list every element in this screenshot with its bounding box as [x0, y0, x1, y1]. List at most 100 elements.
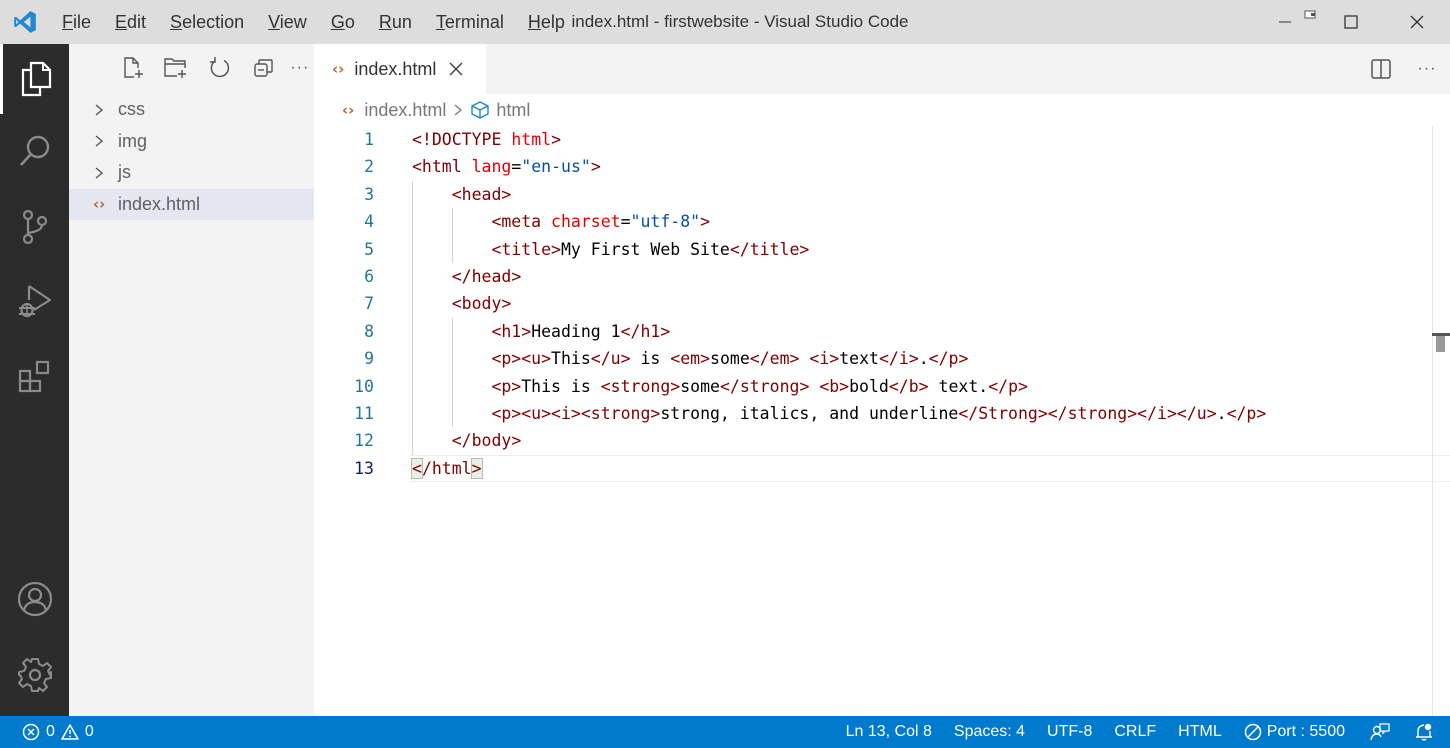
close-tab-icon[interactable] [448, 61, 464, 77]
code-line[interactable]: 12 </body> [314, 427, 1450, 454]
code-line[interactable]: 6 </head> [314, 263, 1450, 290]
activity-search[interactable] [0, 116, 69, 186]
refresh-button[interactable] [198, 48, 242, 88]
code-token: <title> [491, 239, 561, 259]
port-label: Port : 5500 [1266, 723, 1345, 740]
line-content: <p>This is <strong>some</strong> <b>bold… [491, 373, 1028, 400]
menu-run[interactable]: Run [367, 0, 424, 44]
close-window-button[interactable] [1384, 0, 1450, 44]
menu-selection[interactable]: Selection [158, 0, 256, 44]
breadcrumb-symbol[interactable]: html [496, 100, 530, 121]
breadcrumb: ‹› index.html html [314, 94, 1450, 126]
menu-mnemonic: T [435, 12, 445, 32]
code-token: This is [521, 376, 601, 396]
breadcrumb-file[interactable]: index.html [364, 100, 446, 121]
problems-indicator[interactable]: 0 0 [0, 723, 94, 741]
activity-run-debug[interactable] [0, 266, 69, 336]
tree-item-index-html[interactable]: ‹› index.html [69, 188, 314, 220]
more-icon: ··· [1417, 60, 1437, 77]
tree-item-js[interactable]: js [69, 157, 314, 189]
code-line[interactable]: 3 <head> [314, 181, 1450, 208]
live-server-port[interactable]: Port : 5500 [1233, 716, 1356, 748]
menu-go[interactable]: Go [319, 0, 367, 44]
circle-slash-icon [1244, 723, 1261, 741]
code-token: </body> [451, 431, 522, 451]
activity-explorer[interactable] [0, 44, 69, 114]
indentation[interactable]: Spaces: 4 [943, 716, 1036, 748]
code-token: </Strong></strong></i></u> [958, 403, 1217, 423]
menu-mnemonic: S [170, 12, 183, 32]
new-file-icon [124, 57, 143, 78]
code-line[interactable]: 4 <meta charset="utf-8"> [314, 208, 1450, 235]
code-token: <p><u> [491, 349, 552, 369]
language-mode[interactable]: HTML [1167, 716, 1233, 748]
code-token: <b> [819, 376, 850, 396]
line-number: 13 [354, 458, 374, 478]
line-content: <title>My First Web Site</title> [491, 236, 809, 263]
tab-index-html[interactable]: ‹› index.html [314, 44, 486, 94]
menu-label: dit [127, 12, 147, 32]
new-file-button[interactable] [111, 48, 155, 88]
warning-count: 0 [84, 723, 94, 740]
line-number: 8 [364, 321, 374, 341]
tree-item-img[interactable]: img [69, 126, 314, 158]
activity-accounts[interactable] [0, 564, 69, 634]
tree-item-css[interactable]: css [69, 94, 314, 126]
html-file-icon: ‹› [93, 195, 106, 214]
feedback-button[interactable] [1356, 716, 1404, 748]
split-editor-button[interactable] [1358, 49, 1404, 89]
code-line[interactable]: 11 <p><u><i><strong>strong, italics, and … [314, 400, 1450, 427]
collapse-all-button[interactable] [242, 48, 286, 88]
menu-mnemonic: R [378, 12, 392, 32]
code-line[interactable]: 10 <p>This is <strong>some</strong> <b>bo… [314, 373, 1450, 400]
line-number: 10 [354, 376, 374, 396]
explorer-toolbar: ··· [69, 44, 314, 92]
line-content: <head> [452, 181, 512, 208]
line-content: <body> [452, 290, 512, 317]
encoding[interactable]: UTF-8 [1036, 716, 1103, 748]
menu-help[interactable]: Help [516, 0, 577, 44]
code-line[interactable]: 1 <!DOCTYPE html> [314, 126, 1450, 153]
notifications-button[interactable] [1404, 716, 1450, 748]
code-line[interactable]: 13 </html> [314, 454, 1450, 483]
chevron-right-icon [93, 165, 118, 181]
line-number: 1 [364, 130, 374, 149]
menu-file[interactable]: File [50, 0, 103, 44]
activity-manage[interactable] [0, 640, 69, 710]
code-line[interactable]: 5 <title>My First Web Site</title> [314, 236, 1450, 263]
menu-mnemonic: H [527, 12, 541, 32]
code-line[interactable]: 7 <body> [314, 290, 1450, 317]
menu-terminal[interactable]: Terminal [424, 0, 516, 44]
code-token: <head> [451, 184, 512, 204]
code-editor[interactable]: 1 <!DOCTYPE html> 2 <html lang="en-us"> 3 <he… [314, 126, 1450, 483]
minimize-icon [1279, 21, 1291, 23]
maximize-button[interactable] [1318, 0, 1384, 44]
more-actions-button[interactable]: ··· [286, 48, 314, 88]
error-icon [22, 723, 40, 741]
source-control-icon [22, 209, 47, 245]
editor-more-button[interactable]: ··· [1404, 49, 1450, 89]
menu-view[interactable]: View [256, 0, 319, 44]
end-of-line[interactable]: CRLF [1103, 716, 1167, 748]
code-token: . [918, 349, 929, 369]
bell-dot-icon [1416, 723, 1432, 741]
indent-guide [451, 317, 453, 428]
code-token: bold [849, 376, 889, 396]
menu-edit[interactable]: Edit [103, 0, 158, 44]
code-line[interactable]: 9 <p><u>This</u> is <em>some</em> <i>text… [314, 345, 1450, 372]
code-token: <html [412, 157, 472, 177]
line-number: 6 [364, 266, 374, 286]
code-line[interactable]: 8 <h1>Heading 1</h1> [314, 318, 1450, 345]
cursor-position[interactable]: Ln 13, Col 8 [835, 716, 943, 748]
activity-extensions[interactable] [0, 342, 69, 412]
activity-source-control[interactable] [0, 192, 69, 262]
minimize-button[interactable] [1252, 0, 1318, 44]
activity-bar [0, 44, 69, 716]
scrollbar-thumb[interactable] [1436, 336, 1445, 352]
extensions-icon [18, 360, 49, 393]
code-token: /html [421, 458, 472, 478]
html-file-icon: ‹› [332, 60, 345, 78]
new-folder-button[interactable] [155, 48, 199, 88]
code-line[interactable]: 2 <html lang="en-us"> [314, 153, 1450, 180]
explorer-sidebar: ··· css img js ‹› index.html [69, 44, 314, 716]
